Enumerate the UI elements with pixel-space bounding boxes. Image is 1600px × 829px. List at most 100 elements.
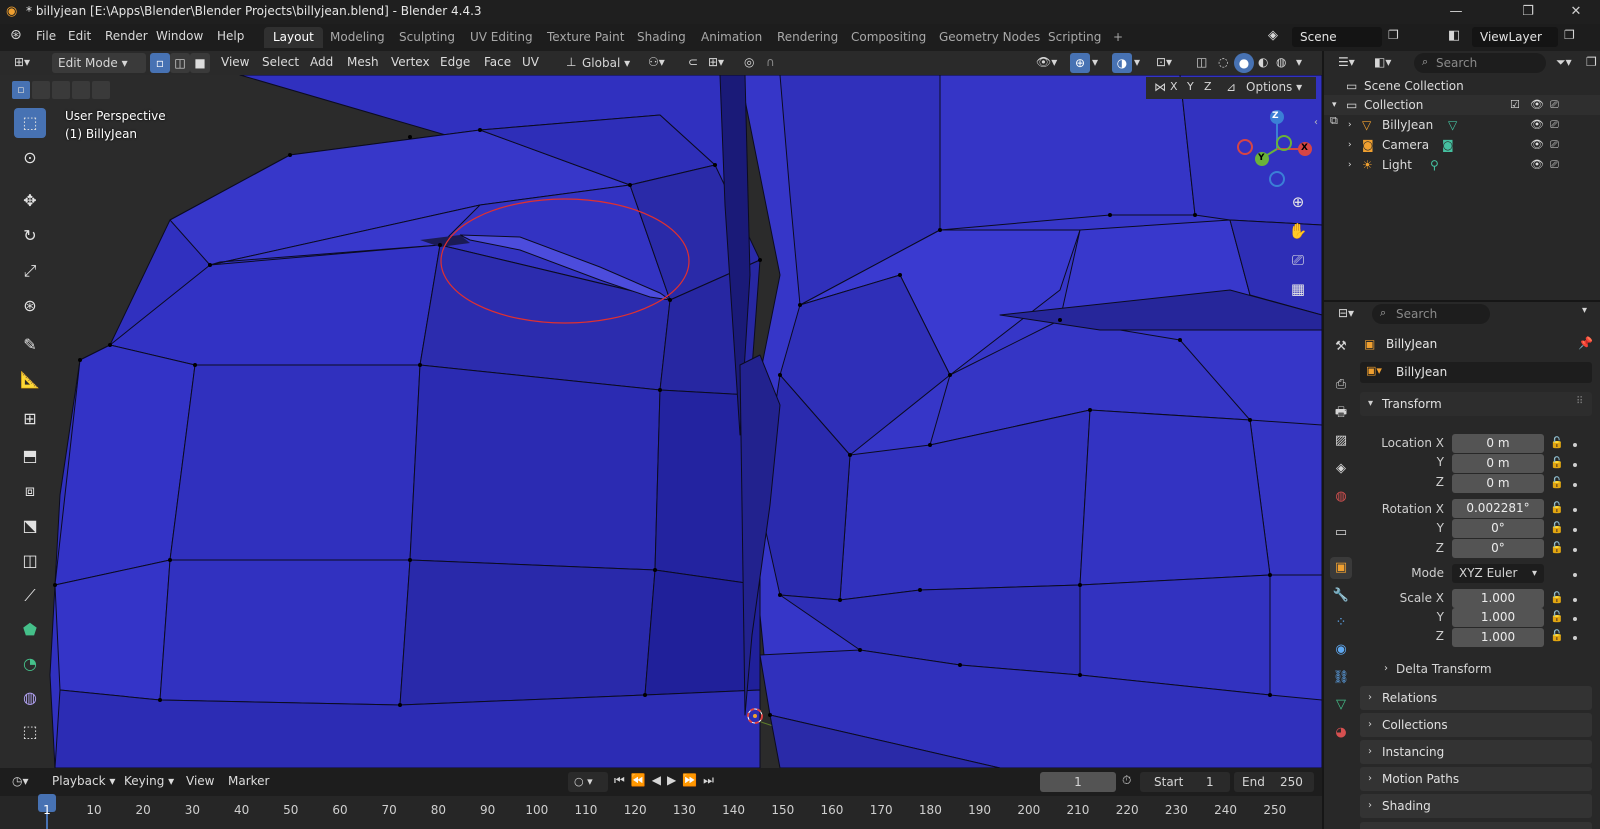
lock-icon[interactable]: 🔓	[1550, 610, 1564, 623]
lock-icon[interactable]: 🔓	[1550, 629, 1564, 642]
material-tab-icon[interactable]: ◕	[1330, 722, 1352, 744]
menu-add[interactable]: Add	[310, 55, 333, 69]
sidebar-toggle-icon[interactable]: ‹	[1314, 117, 1318, 128]
keyframe-dot-icon[interactable]	[1573, 573, 1577, 577]
lock-icon[interactable]: 🔓	[1550, 591, 1564, 604]
render-camera-icon[interactable]: ⎚	[1550, 155, 1559, 175]
keyframe-dot-icon[interactable]	[1573, 528, 1577, 532]
visibility-eye-icon[interactable]: 👁	[1530, 95, 1544, 115]
next-panel-header[interactable]	[1360, 822, 1592, 829]
keyframe-dot-icon[interactable]	[1573, 548, 1577, 552]
auto-merge-icon[interactable]: ⊿	[1226, 80, 1236, 94]
cursor-icon[interactable]: ⊙	[14, 143, 46, 173]
falloff-icon[interactable]: ∩	[766, 55, 775, 69]
constraints-tab-icon[interactable]: ⛓	[1330, 667, 1352, 689]
data-tab-icon[interactable]: ▽	[1330, 694, 1352, 716]
zoom-icon[interactable]: ⊕	[1285, 189, 1311, 215]
rotation-z-field[interactable]: 0°	[1452, 539, 1544, 558]
extrude-icon[interactable]: ⬒	[14, 441, 46, 471]
menu-edge[interactable]: Edge	[440, 55, 470, 69]
smooth-icon[interactable]: ◍	[14, 683, 46, 713]
scale-z-field[interactable]: 1.000	[1452, 628, 1544, 647]
tool-tab-icon[interactable]: ⚒	[1330, 336, 1352, 358]
lock-icon[interactable]: 🔓	[1550, 436, 1564, 449]
new-collection-icon[interactable]: ❐	[1586, 55, 1597, 69]
measure-icon[interactable]: 📐	[14, 365, 46, 395]
keyframe-dot-icon[interactable]	[1573, 483, 1577, 487]
menu-playback[interactable]: Playback ▾	[52, 774, 115, 788]
location-x-field[interactable]: 0 m	[1452, 434, 1544, 453]
keyframe-dot-icon[interactable]	[1573, 598, 1577, 602]
menu-select[interactable]: Select	[262, 55, 299, 69]
outliner-search[interactable]: ⌕ Search	[1414, 53, 1546, 73]
rotation-y-field[interactable]: 0°	[1452, 519, 1544, 538]
exclude-checkbox-icon[interactable]: ☑	[1510, 95, 1520, 115]
pivot-icon[interactable]: ⚇▾	[648, 55, 665, 69]
maximize-icon[interactable]: ❐	[1518, 2, 1538, 22]
select-intersect-icon[interactable]	[92, 81, 110, 99]
mesh-canvas[interactable]	[0, 75, 1322, 768]
xray-icon[interactable]: ◫	[1196, 55, 1207, 69]
add-workspace-button[interactable]: +	[1104, 27, 1132, 48]
ortho-grid-icon[interactable]: ▦	[1285, 276, 1311, 302]
location-y-field[interactable]: 0 m	[1452, 454, 1544, 473]
edge-select-icon[interactable]: ◫	[170, 53, 190, 73]
outliner-object-billyjean[interactable]: › ▽ BillyJean ▽ 👁 ⎚	[1324, 115, 1600, 135]
menu-file[interactable]: File	[36, 29, 56, 43]
visibility-eye-icon[interactable]: 👁	[1530, 115, 1544, 135]
lock-icon[interactable]: 🔓	[1550, 501, 1564, 514]
timeline-editor-icon[interactable]: ◷▾	[12, 774, 29, 788]
editor-type-icon[interactable]: ⊞▾	[14, 55, 30, 69]
rotation-mode-dropdown[interactable]: XYZ Euler ▾	[1452, 564, 1544, 583]
properties-options-icon[interactable]: ▾	[1582, 305, 1587, 316]
playback-controls[interactable]: ⏮⏪◀▶⏩⏭	[614, 773, 720, 788]
end-frame-field[interactable]: End 250	[1234, 772, 1314, 792]
spin-icon[interactable]: ◔	[14, 649, 46, 679]
transform-icon[interactable]: ⊛	[14, 291, 46, 321]
close-icon[interactable]: ✕	[1566, 2, 1586, 22]
scale-icon[interactable]: ⤢	[14, 256, 46, 286]
filter-icon[interactable]: ⏷▾	[1556, 55, 1572, 70]
inset-icon[interactable]: ⧈	[14, 476, 46, 506]
mesh-data-icon[interactable]: ▽	[1448, 115, 1457, 135]
menu-mesh[interactable]: Mesh	[347, 55, 379, 69]
solid-shading-icon[interactable]: ●	[1234, 53, 1254, 73]
lock-icon[interactable]: 🔓	[1550, 521, 1564, 534]
select-subtract-icon[interactable]	[52, 81, 70, 99]
vertex-select-icon[interactable]: ▫	[150, 53, 170, 73]
pan-hand-icon[interactable]: ✋	[1285, 218, 1311, 244]
collapse-arrow-icon[interactable]: ▾	[1332, 95, 1337, 115]
transform-panel-header[interactable]: ▾ Transform	[1360, 392, 1592, 416]
menu-render[interactable]: Render	[105, 29, 148, 43]
shading-menu-icon[interactable]: ▾	[1296, 55, 1302, 69]
overlay-menu-icon[interactable]: ▾	[1134, 55, 1140, 69]
render-camera-icon[interactable]: ⎚	[1550, 95, 1559, 115]
menu-edit[interactable]: Edit	[68, 29, 91, 43]
tab-scripting[interactable]: Scripting	[1039, 27, 1110, 48]
loop-cut-icon[interactable]: ◫	[14, 546, 46, 576]
3d-viewport[interactable]: User Perspective (1) BillyJean ▫ ⋈ X Y Z…	[0, 75, 1322, 768]
tab-geometry-nodes[interactable]: Geometry Nodes	[930, 27, 1049, 48]
blender-menu-icon[interactable]: ⊛	[10, 27, 22, 43]
scale-y-field[interactable]: 1.000	[1452, 608, 1544, 627]
start-frame-field[interactable]: Start 1	[1140, 772, 1230, 792]
light-data-icon[interactable]: ⚲	[1430, 155, 1439, 175]
menu-keying[interactable]: Keying ▾	[124, 774, 174, 788]
current-frame-field[interactable]: 1	[1040, 772, 1116, 792]
keyframe-dot-icon[interactable]	[1573, 443, 1577, 447]
tab-uv-editing[interactable]: UV Editing	[461, 27, 542, 48]
keyframe-dot-icon[interactable]	[1573, 636, 1577, 640]
output-tab-icon[interactable]: 🖶	[1330, 402, 1352, 424]
tab-compositing[interactable]: Compositing	[842, 27, 935, 48]
face-select-icon[interactable]: ■	[190, 53, 210, 73]
mesh-edit-overlay-icon[interactable]: ⊡▾	[1156, 55, 1172, 69]
camera-data-icon[interactable]: ◙	[1442, 135, 1454, 155]
tab-animation[interactable]: Animation	[692, 27, 771, 48]
lock-icon[interactable]: 🔓	[1550, 456, 1564, 469]
collection-row[interactable]: ▾ ▭ Collection ☑ 👁 ⎚	[1324, 95, 1600, 115]
rotation-x-field[interactable]: 0.002281°	[1452, 499, 1544, 518]
lock-icon[interactable]: 🔓	[1550, 541, 1564, 554]
visibility-icon[interactable]: 👁▾	[1036, 55, 1057, 69]
keyframe-dot-icon[interactable]	[1573, 463, 1577, 467]
object-browse-icon[interactable]: ▣▾	[1366, 364, 1382, 377]
